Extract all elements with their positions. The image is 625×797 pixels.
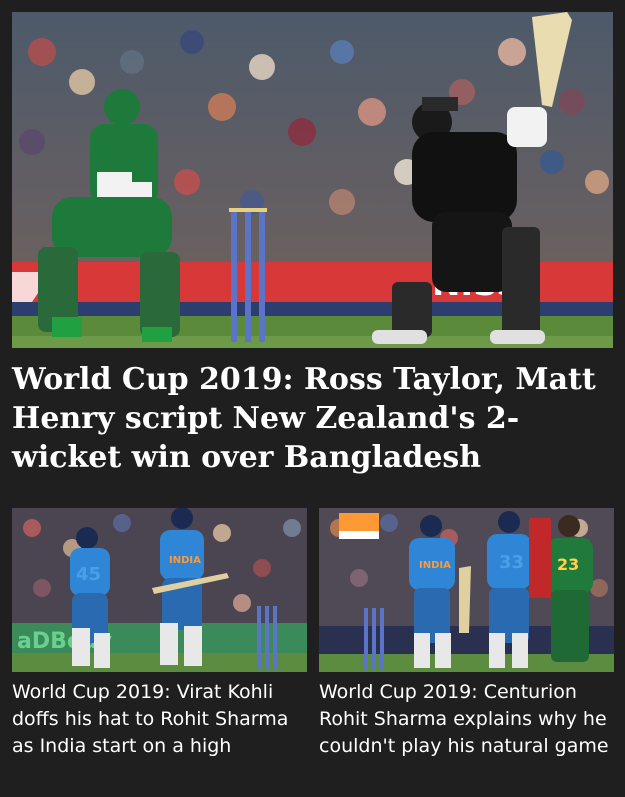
- hero-headline[interactable]: World Cup 2019: Ross Taylor, Matt Henry …: [12, 360, 617, 477]
- card-image[interactable]: aDBody 45 INDIA: [12, 508, 307, 672]
- card1-jersey-number: 45: [76, 564, 101, 585]
- card-image[interactable]: INDIA 33 23: [319, 508, 614, 672]
- news-card-rohit[interactable]: INDIA 33 23 World Cup 2019: Centurion Ro…: [319, 508, 614, 760]
- news-card-kohli[interactable]: aDBody 45 INDIA World Cup 2019: Virat Ko…: [12, 508, 307, 760]
- card2-sa-jersey-number: 23: [557, 555, 579, 574]
- card1-jersey-label: INDIA: [169, 555, 201, 566]
- card2-jersey-number: 33: [499, 552, 524, 573]
- news-page: NISS: [0, 0, 625, 797]
- card-headline[interactable]: World Cup 2019: Virat Kohli doffs his ha…: [12, 679, 307, 760]
- card2-jersey-label: INDIA: [419, 560, 451, 571]
- hero-image[interactable]: NISS: [12, 12, 613, 348]
- card-headline[interactable]: World Cup 2019: Centurion Rohit Sharma e…: [319, 679, 614, 760]
